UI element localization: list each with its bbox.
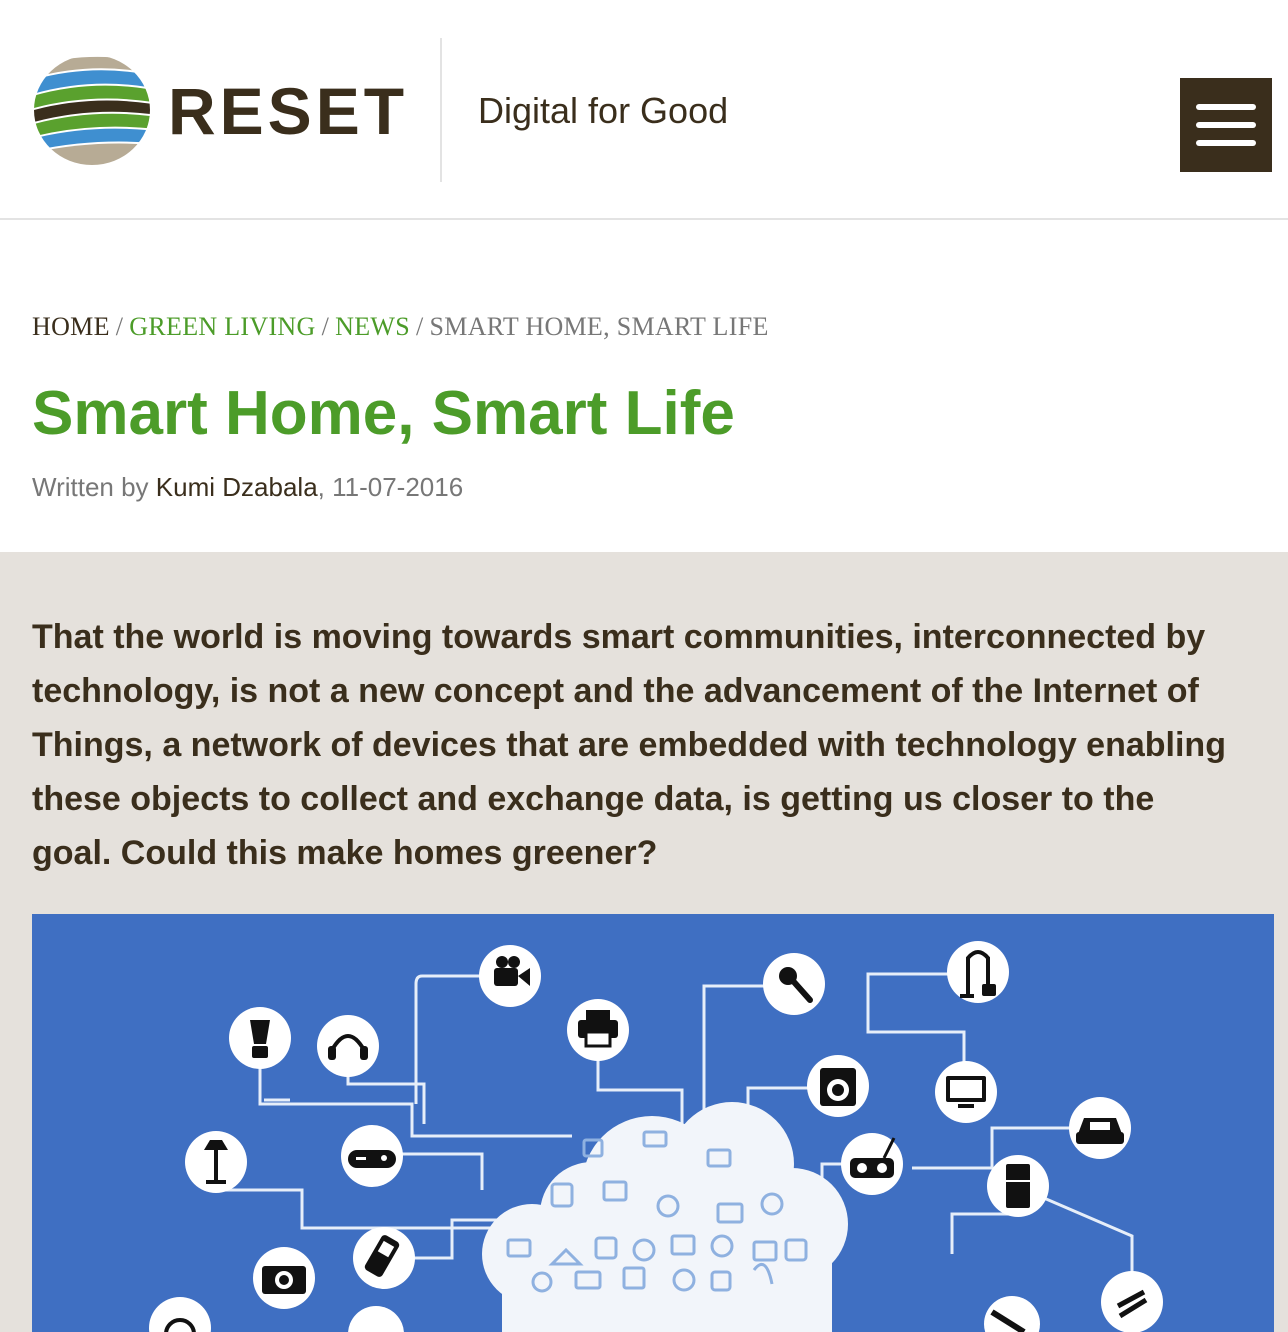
breadcrumb-separator: / [321,312,330,341]
brand-name[interactable]: RESET [168,76,408,146]
breadcrumb-separator: / [115,312,124,341]
video-camera-icon [479,945,541,1007]
article-lead: That the world is moving towards smart c… [32,618,1226,872]
microphone-icon [763,953,825,1015]
lamp-icon [185,1131,247,1193]
breadcrumb-separator: / [415,312,424,341]
breadcrumb-green-living[interactable]: GREEN LIVING [129,312,315,341]
printer-icon [567,999,629,1061]
car-icon [1069,1097,1131,1159]
monitor-icon [935,1061,997,1123]
partial-icon-bottom-right [984,1296,1040,1332]
breadcrumb: HOME / GREEN LIVING / NEWS / SMART HOME, SMART… [32,312,769,342]
hamburger-menu-icon-bar [1196,140,1256,146]
reset-logo-icon[interactable] [30,52,154,170]
washing-machine-icon [807,1055,869,1117]
article-byline: Written by Kumi Dzabala, 11-07-2016 [32,472,463,503]
menu-button[interactable] [1180,78,1272,172]
blender-icon [229,1007,291,1069]
vacuum-cleaner-icon [947,941,1009,1003]
game-controller-icon [341,1125,403,1187]
partial-icon-bottom-far-right [1101,1271,1163,1332]
breadcrumb-home[interactable]: HOME [32,312,110,341]
hamburger-menu-icon [1196,104,1256,110]
hero-image [32,914,1274,1332]
author-link[interactable]: Kumi Dzabala [156,472,318,502]
partial-icon-bottom-left [149,1297,211,1332]
radio-icon [841,1133,903,1195]
article-content: That the world is moving towards smart c… [0,552,1288,1332]
iot-illustration [149,941,1163,1332]
hamburger-menu-icon-bar [1196,122,1256,128]
publish-date: , 11-07-2016 [317,472,464,502]
breadcrumb-news[interactable]: NEWS [335,312,410,341]
camera-icon [253,1247,315,1309]
mobile-phone-icon [353,1227,415,1289]
site-tagline: Digital for Good [478,90,729,131]
breadcrumb-current: SMART HOME, SMART LIFE [429,312,769,341]
header-divider [440,38,442,182]
site-header: RESET Digital for Good [0,0,1288,220]
headphones-icon [317,1015,379,1077]
fridge-icon [987,1155,1049,1217]
page-title: Smart Home, Smart Life [32,379,735,448]
byline-label: Written by [32,472,149,502]
partial-icon-bottom-center [348,1306,404,1332]
